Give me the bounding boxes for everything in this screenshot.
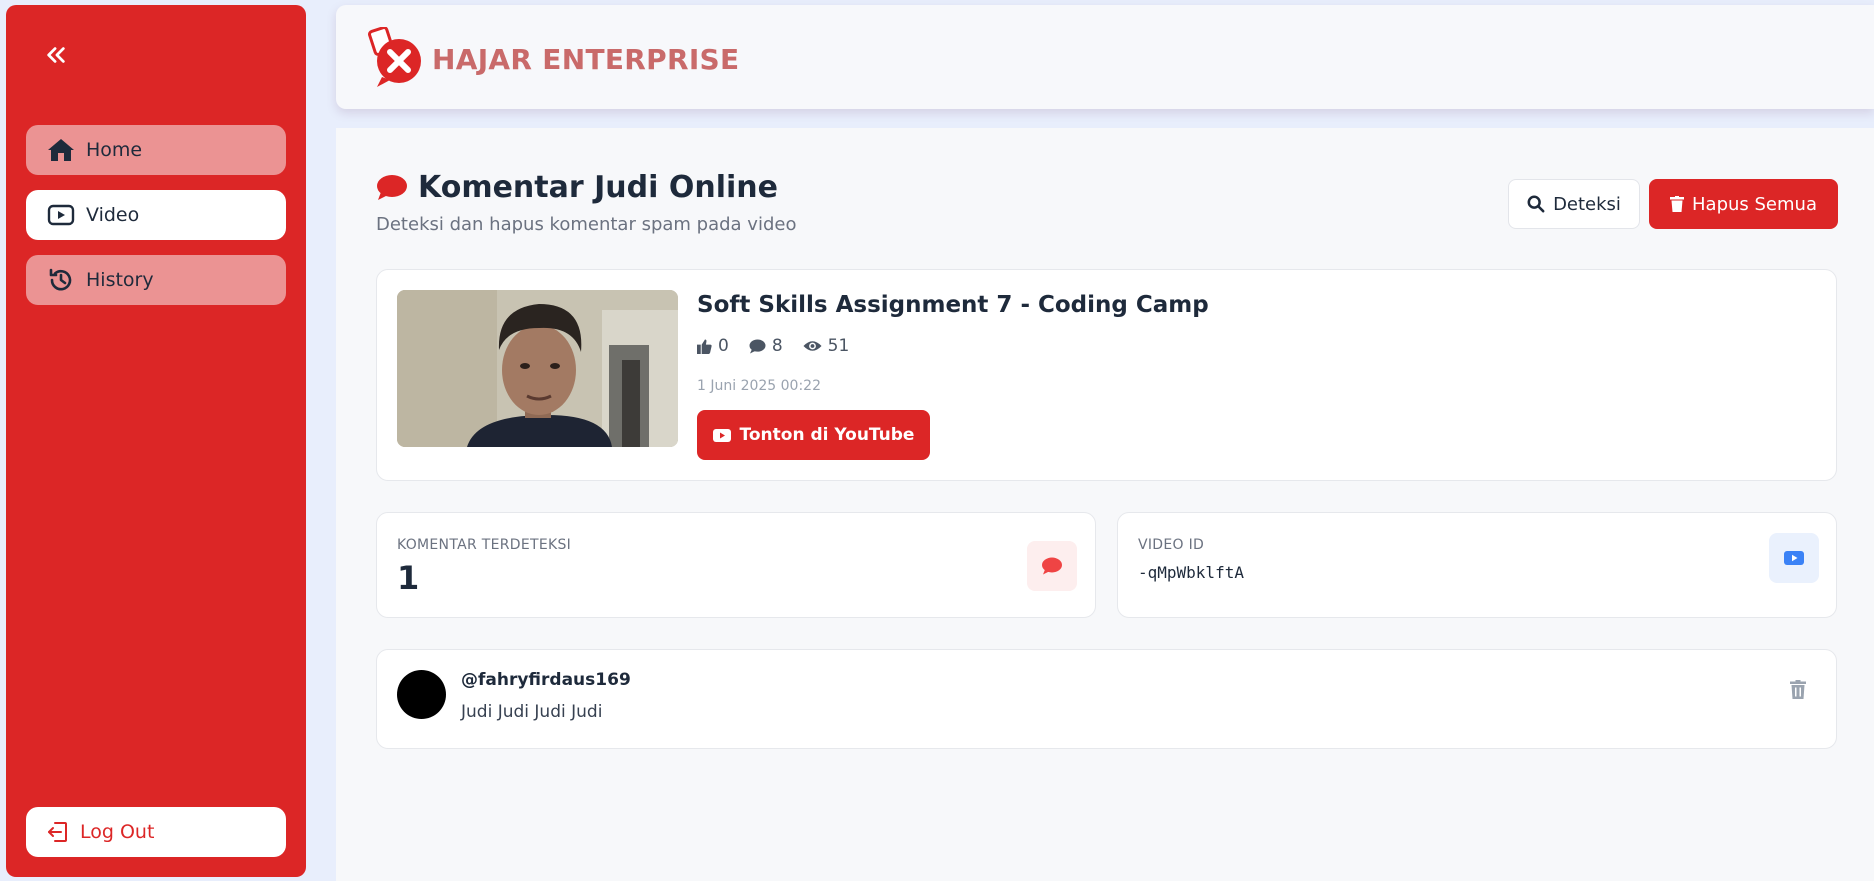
sidebar-item-label: History xyxy=(86,269,154,291)
list-item: @fahryfirdaus169 Judi Judi Judi Judi xyxy=(376,649,1837,749)
logout-button[interactable]: Log Out xyxy=(26,807,286,857)
main-content: Komentar Judi Online Deteksi dan hapus k… xyxy=(336,128,1874,881)
watch-on-youtube-button[interactable]: Tonton di YouTube xyxy=(697,410,930,460)
youtube-label: Tonton di YouTube xyxy=(739,425,915,445)
brand-name: HAJAR ENTERPRISE xyxy=(432,43,740,76)
likes-stat: 0 xyxy=(697,336,729,356)
sidebar: Home Video History Log Out xyxy=(6,5,306,877)
comment-text: Judi Judi Judi Judi xyxy=(461,702,603,722)
detected-comments-card: KOMENTAR TERDETEKSI 1 xyxy=(376,512,1096,618)
deteksi-label: Deteksi xyxy=(1553,193,1621,215)
hapus-semua-button[interactable]: Hapus Semua xyxy=(1649,179,1838,229)
comments-count: 8 xyxy=(771,336,783,356)
youtube-icon xyxy=(712,428,731,442)
hapus-semua-label: Hapus Semua xyxy=(1692,193,1817,215)
brand-logo-icon xyxy=(366,26,426,89)
logout-label: Log Out xyxy=(80,821,155,843)
thumbs-up-icon xyxy=(697,338,712,354)
video-icon xyxy=(46,200,76,230)
deteksi-button[interactable]: Deteksi xyxy=(1508,179,1640,229)
sidebar-item-label: Video xyxy=(86,204,140,226)
comments-stat: 8 xyxy=(749,336,783,356)
history-icon xyxy=(46,265,76,295)
logout-icon xyxy=(46,819,72,845)
page-subtitle: Deteksi dan hapus komentar spam pada vid… xyxy=(376,214,797,235)
video-id-value: -qMpWbklftA xyxy=(1138,563,1244,582)
search-icon xyxy=(1527,195,1545,213)
detected-value: 1 xyxy=(397,559,420,597)
delete-comment-button[interactable] xyxy=(1786,677,1810,701)
collapse-sidebar-button[interactable] xyxy=(36,35,76,75)
comment-icon xyxy=(749,338,766,354)
video-id-card: VIDEO ID -qMpWbklftA xyxy=(1117,512,1837,618)
double-chevron-left-icon xyxy=(47,47,65,63)
video-id-label: VIDEO ID xyxy=(1138,537,1205,553)
video-date: 1 Juni 2025 00:22 xyxy=(697,378,821,394)
trash-icon xyxy=(1670,196,1684,212)
detected-label: KOMENTAR TERDETEKSI xyxy=(397,537,572,553)
video-stats: 0 8 51 xyxy=(697,336,869,356)
sidebar-item-video[interactable]: Video xyxy=(26,190,286,240)
top-header: HAJAR ENTERPRISE xyxy=(336,5,1874,109)
video-card: Soft Skills Assignment 7 - Coding Camp 0 xyxy=(376,269,1837,481)
avatar xyxy=(397,670,446,719)
page-title-row: Komentar Judi Online xyxy=(376,170,778,205)
sidebar-item-history[interactable]: History xyxy=(26,255,286,305)
page-title: Komentar Judi Online xyxy=(418,170,778,205)
eye-icon xyxy=(803,339,822,353)
video-thumbnail[interactable] xyxy=(397,290,678,447)
comment-author: @fahryfirdaus169 xyxy=(461,670,631,690)
video-title: Soft Skills Assignment 7 - Coding Camp xyxy=(697,292,1209,318)
likes-count: 0 xyxy=(718,336,729,356)
comment-badge-icon xyxy=(1027,541,1077,591)
home-icon xyxy=(46,135,76,165)
views-stat: 51 xyxy=(803,336,850,356)
trash-icon xyxy=(1790,679,1806,699)
comment-icon xyxy=(377,174,407,200)
sidebar-item-home[interactable]: Home xyxy=(26,125,286,175)
youtube-badge-icon xyxy=(1769,533,1819,583)
views-count: 51 xyxy=(827,336,850,356)
sidebar-item-label: Home xyxy=(86,139,143,161)
